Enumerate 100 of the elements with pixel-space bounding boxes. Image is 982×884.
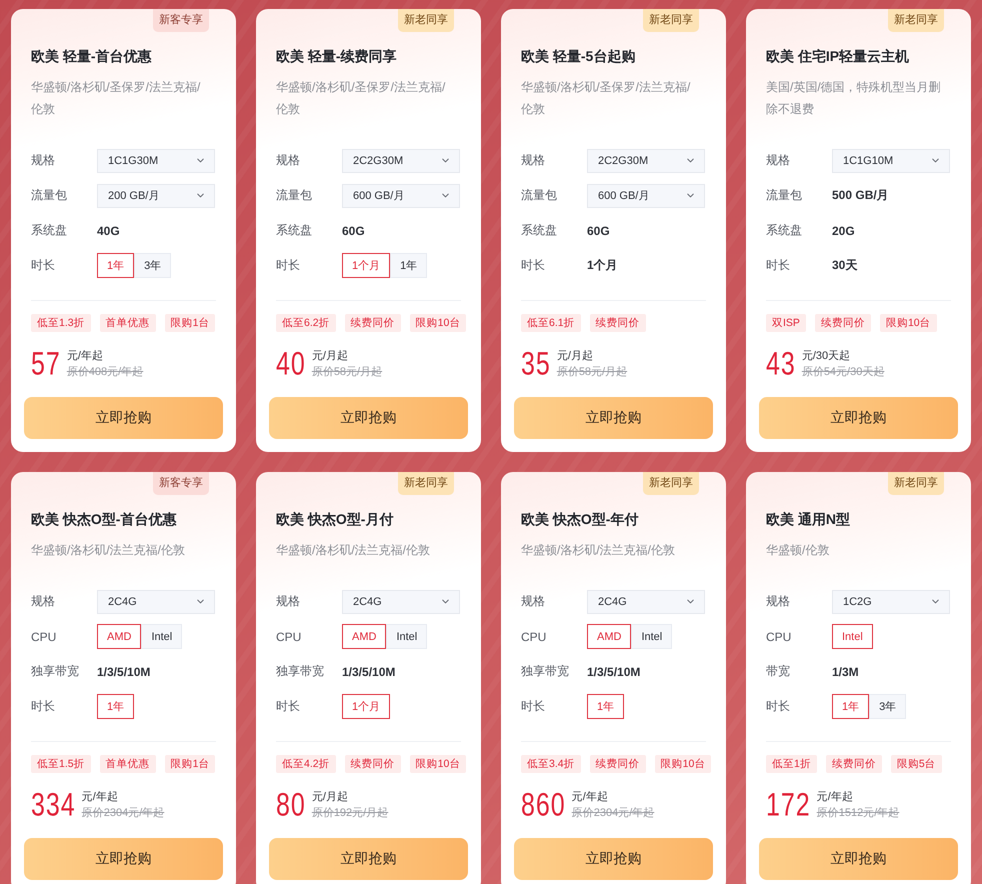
- spec-label: 时长: [521, 257, 546, 274]
- promo-tag: 限购10台: [880, 314, 937, 332]
- spec-select[interactable]: 1C1G30M: [97, 148, 215, 172]
- spec-value: 60G: [587, 224, 610, 238]
- price-unit: 元/月起: [312, 349, 349, 364]
- promo-tag: 双ISP: [766, 314, 806, 332]
- spec-label: 规格: [31, 593, 56, 610]
- price-amount: 334: [31, 788, 76, 822]
- spec-label: 带宽: [766, 663, 791, 680]
- spec-select[interactable]: 2C2G30M: [342, 148, 460, 172]
- price-amount: 57: [31, 348, 61, 380]
- spec-select[interactable]: 600 GB/月: [342, 184, 460, 208]
- promo-badge: 新老同享: [398, 9, 454, 32]
- promo-tag: 续费同价: [344, 314, 401, 332]
- promo-tag: 续费同价: [814, 314, 871, 332]
- spec-label: 时长: [276, 257, 301, 274]
- product-title: 欧美 住宅IP轻量云主机: [766, 47, 910, 66]
- spec-label: 流量包: [31, 187, 68, 204]
- price-unit: 元/年起: [816, 790, 854, 805]
- original-price: 原价54元/30天起: [802, 365, 884, 380]
- option-tab[interactable]: 1年: [97, 253, 134, 278]
- option-tab[interactable]: 3年: [869, 694, 906, 719]
- spec-select[interactable]: 2C4G: [342, 590, 460, 614]
- spec-select[interactable]: 1C2G: [832, 590, 950, 614]
- option-tab[interactable]: Intel: [832, 624, 873, 649]
- option-tab[interactable]: 1年: [97, 694, 134, 719]
- spec-value: 40G: [97, 224, 120, 238]
- option-tab[interactable]: Intel: [386, 624, 428, 649]
- option-tab[interactable]: 1年: [587, 694, 624, 719]
- original-price: 原价58元/月起: [312, 365, 382, 380]
- spec-select[interactable]: 2C2G30M: [587, 148, 705, 172]
- region-list: 华盛顿/洛杉矶/圣保罗/法兰克福/伦敦: [521, 76, 699, 120]
- spec-label: 时长: [31, 257, 56, 274]
- option-tab[interactable]: 3年: [134, 253, 172, 278]
- region-list: 华盛顿/伦敦: [766, 539, 944, 561]
- option-tab[interactable]: AMD: [342, 624, 386, 649]
- spec-value: 1/3/5/10M: [97, 664, 150, 678]
- spec-label: 时长: [521, 698, 546, 715]
- spec-select[interactable]: 200 GB/月: [97, 184, 215, 208]
- promo-tag: 低至3.4折: [521, 755, 581, 773]
- promo-tag: 限购10台: [654, 755, 712, 773]
- promo-badge: 新客专享: [153, 472, 209, 495]
- buy-button[interactable]: 立即抢购: [24, 397, 223, 439]
- spec-label: CPU: [521, 630, 548, 644]
- option-tab[interactable]: 1年: [832, 694, 870, 719]
- region-list: 美国/英国/德国，特殊机型当月删除不退费: [766, 76, 944, 120]
- option-tab[interactable]: Intel: [141, 624, 182, 649]
- promo-badge: 新客专享: [153, 9, 209, 32]
- spec-label: 规格: [276, 152, 301, 169]
- promo-tag: 限购10台: [410, 314, 466, 332]
- buy-button[interactable]: 立即抢购: [759, 397, 958, 439]
- promo-tag: 限购10台: [410, 755, 466, 773]
- spec-select[interactable]: 1C1G10M: [832, 148, 950, 172]
- buy-button[interactable]: 立即抢购: [269, 838, 468, 880]
- spec-label: 系统盘: [276, 222, 313, 239]
- option-tab[interactable]: 1个月: [342, 253, 390, 278]
- spec-label: 独享带宽: [276, 663, 325, 680]
- price-amount: 43: [766, 348, 796, 380]
- price-unit: 元/年起: [82, 790, 119, 805]
- promo-tag: 低至1.5折: [31, 755, 91, 773]
- price-unit: 元/月起: [556, 349, 594, 364]
- option-tab[interactable]: 1个月: [342, 694, 390, 719]
- spec-select[interactable]: 600 GB/月: [587, 184, 705, 208]
- promo-tag: 限购1台: [164, 314, 216, 332]
- promo-badge: 新老同享: [643, 472, 699, 495]
- option-tab[interactable]: AMD: [587, 624, 632, 649]
- option-tab[interactable]: Intel: [631, 624, 672, 649]
- original-price: 原价2304元/年起: [82, 806, 164, 821]
- buy-button[interactable]: 立即抢购: [514, 397, 713, 439]
- buy-button[interactable]: 立即抢购: [514, 838, 713, 880]
- price-amount: 80: [276, 788, 306, 822]
- option-tab[interactable]: 1年: [390, 253, 428, 278]
- promo-badge: 新老同享: [643, 9, 699, 32]
- spec-value: 20G: [832, 224, 855, 238]
- spec-label: 时长: [766, 698, 791, 715]
- region-list: 华盛顿/洛杉矶/法兰克福/伦敦: [276, 539, 454, 561]
- buy-button[interactable]: 立即抢购: [24, 838, 223, 880]
- spec-value: 1/3/5/10M: [342, 664, 396, 678]
- spec-label: CPU: [31, 630, 58, 644]
- spec-label: 规格: [31, 152, 56, 169]
- spec-label: 时长: [276, 698, 301, 715]
- spec-label: 独享带宽: [521, 663, 570, 680]
- buy-button[interactable]: 立即抢购: [759, 838, 958, 880]
- spec-label: CPU: [276, 630, 302, 644]
- option-tab[interactable]: AMD: [97, 624, 142, 649]
- spec-label: 系统盘: [521, 222, 558, 239]
- promo-tag: 低至4.2折: [276, 755, 336, 773]
- buy-button[interactable]: 立即抢购: [269, 397, 468, 439]
- region-list: 华盛顿/洛杉矶/圣保罗/法兰克福/伦敦: [31, 76, 209, 120]
- promo-tag: 限购5台: [890, 755, 942, 773]
- promo-badge: 新老同享: [888, 472, 944, 495]
- spec-select[interactable]: 2C4G: [97, 590, 215, 614]
- region-list: 华盛顿/洛杉矶/圣保罗/法兰克福/伦敦: [276, 76, 454, 120]
- promo-tag: 续费同价: [590, 755, 646, 773]
- price-unit: 元/年起: [572, 790, 609, 805]
- promo-tag: 低至6.1折: [521, 314, 581, 332]
- spec-select[interactable]: 2C4G: [587, 590, 705, 614]
- spec-value: 1/3/5/10M: [587, 664, 640, 678]
- spec-label: 流量包: [766, 187, 803, 204]
- promo-tag: 低至1.3折: [31, 314, 91, 332]
